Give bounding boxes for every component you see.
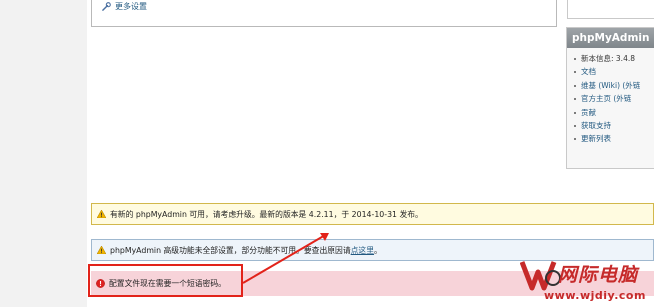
watermark: 网际电脑 www.wjdiy.com	[520, 258, 654, 307]
watermark-url: www.wjdiy.com	[544, 289, 646, 302]
watermark-name: 网际电脑	[558, 264, 639, 286]
